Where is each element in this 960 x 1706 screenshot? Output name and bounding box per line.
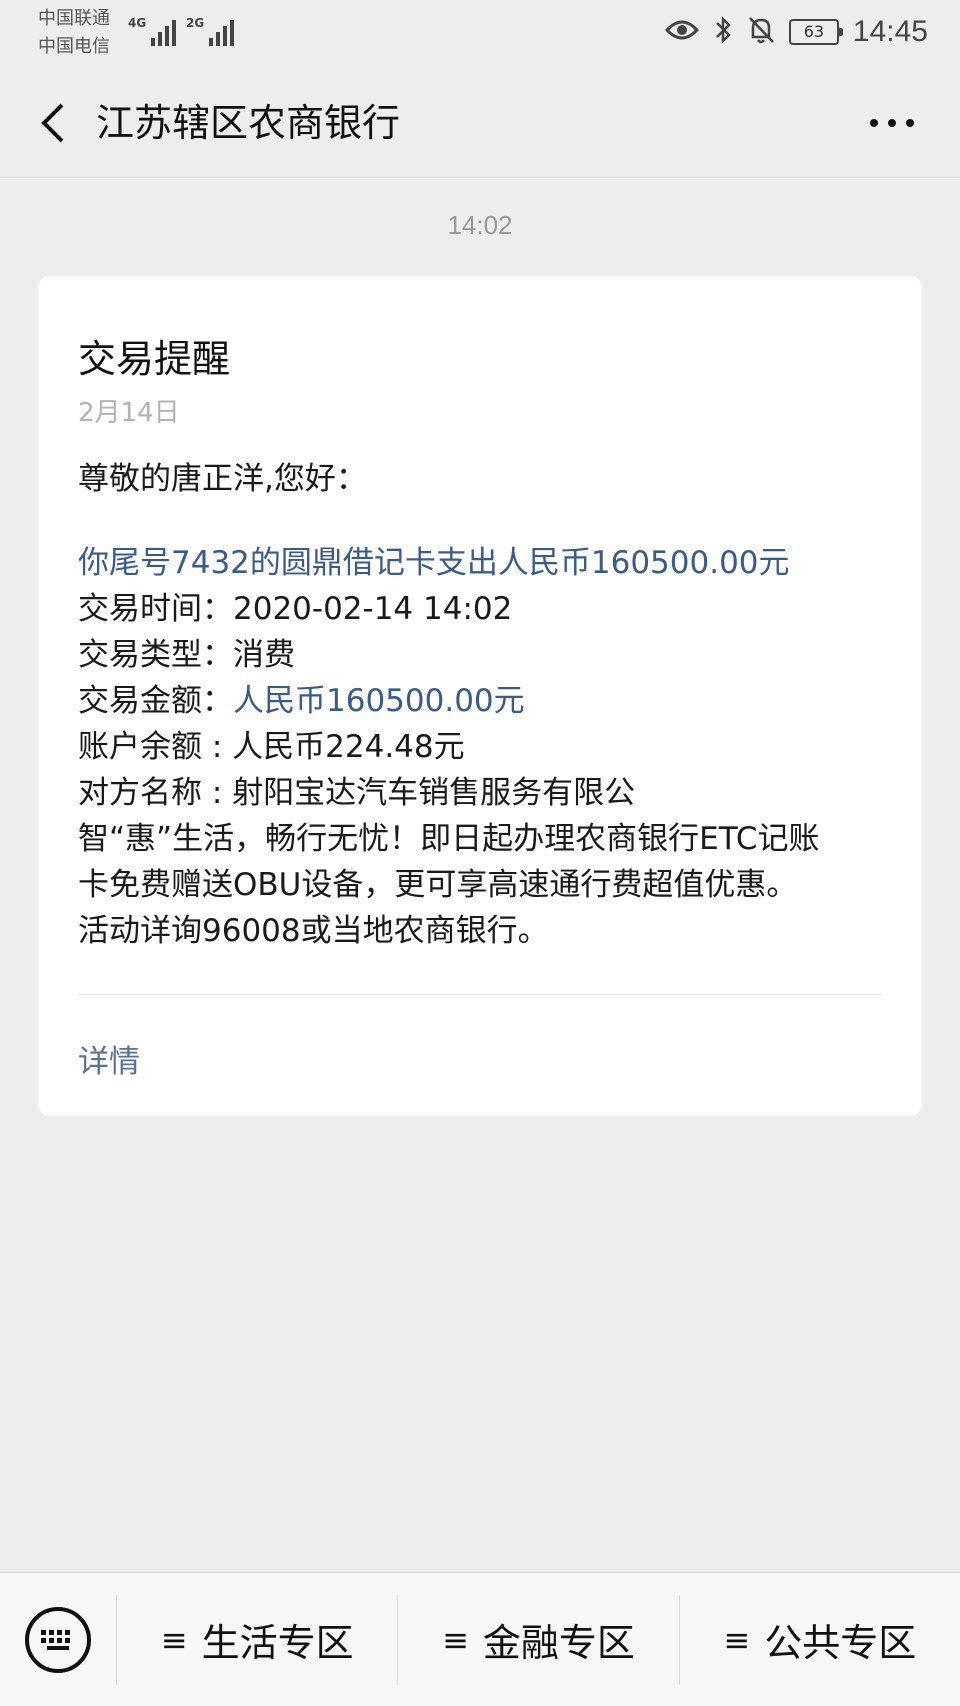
more-button[interactable] [862,98,922,148]
amount-row: 交易金额：人民币160500.00元 [78,678,898,724]
balance-label: 账户余额 : [78,729,233,765]
mute-bell-icon [747,15,775,49]
greeting-text: 尊敬的唐正洋,您好： [78,461,367,497]
menu-life-zone-label: 生活专区 [201,1621,354,1665]
card-divider [78,994,882,995]
menu-life-zone[interactable]: ≡ 生活专区 [116,1594,397,1685]
message-timestamp: 14:02 [447,210,513,240]
promo-line-1: 智“惠”生活，畅行无忧！即日起办理农商银行ETC记账 [78,821,820,857]
transaction-card[interactable]: 交易提醒 2月14日 尊敬的唐正洋,您好： 你尾号7432的圆鼎借记卡支出人民币… [38,276,922,1116]
counterparty-value: 射阳宝达汽车销售服务有限公 [232,775,636,811]
network-1-label: 4G [128,16,147,30]
promo-line-2: 卡免费赠送OBU设备，更可享高速通行费超值优惠。 [78,867,798,903]
type-row: 交易类型：消费 [78,632,898,678]
eye-comfort-icon [664,17,699,47]
signal-2-icon: 2G [186,14,235,46]
bluetooth-icon [713,15,733,49]
promo-line-3: 活动详询96008或当地农商银行。 [78,913,549,949]
type-value: 消费 [233,637,295,673]
amount-value: 人民币160500.00元 [233,683,525,719]
menu-icon: ≡ [723,1620,751,1659]
signal-1-icon: 4G [128,14,177,46]
keyboard-icon [25,1606,91,1673]
menu-finance-zone-label: 金融专区 [482,1621,635,1665]
network-2-label: 2G [186,16,205,30]
menu-icon: ≡ [442,1620,469,1659]
card-body: 尊敬的唐正洋,您好： 你尾号7432的圆鼎借记卡支出人民币160500.00元 … [78,456,898,954]
summary-text: 你尾号7432的圆鼎借记卡支出人民币160500.00元 [78,545,790,581]
status-clock: 14:45 [852,15,928,48]
balance-value: 人民币224.48元 [232,729,465,765]
nav-bar: 江苏辖区农商银行 [0,68,960,178]
battery-icon: 63 [788,19,843,45]
menu-finance-zone[interactable]: ≡ 金融专区 [397,1594,678,1685]
menu-icon: ≡ [160,1620,188,1659]
balance-row: 账户余额 : 人民币224.48元 [78,724,898,770]
details-link[interactable]: 详情 [78,1036,140,1081]
counterparty-label: 对方名称 : [78,775,233,811]
carrier-1-label: 中国联通 [38,8,110,29]
more-dots-icon [870,119,914,127]
back-button[interactable] [28,98,78,148]
chevron-left-icon [41,103,64,143]
menu-public-zone-label: 公共专区 [764,1621,917,1665]
time-row: 交易时间：2020-02-14 14:02 [78,586,898,632]
menu-public-zone[interactable]: ≡ 公共专区 [678,1594,960,1685]
counterparty-row: 对方名称 : 射阳宝达汽车销售服务有限公 [78,770,898,816]
card-date: 2月14日 [78,398,180,428]
status-bar: 中国联通 中国电信 4G 2G 63 14:45 [0,0,960,68]
type-label: 交易类型： [78,637,233,673]
page-title: 江苏辖区农商银行 [96,101,401,145]
keyboard-toggle-button[interactable] [0,1573,116,1706]
card-title: 交易提醒 [78,337,231,381]
carrier-2-label: 中国电信 [38,36,110,57]
bottom-menu-bar: ≡ 生活专区 ≡ 金融专区 ≡ 公共专区 [0,1572,960,1706]
amount-label: 交易金额： [78,683,233,719]
time-label: 交易时间： [78,591,233,627]
time-value: 2020-02-14 14:02 [233,591,513,627]
